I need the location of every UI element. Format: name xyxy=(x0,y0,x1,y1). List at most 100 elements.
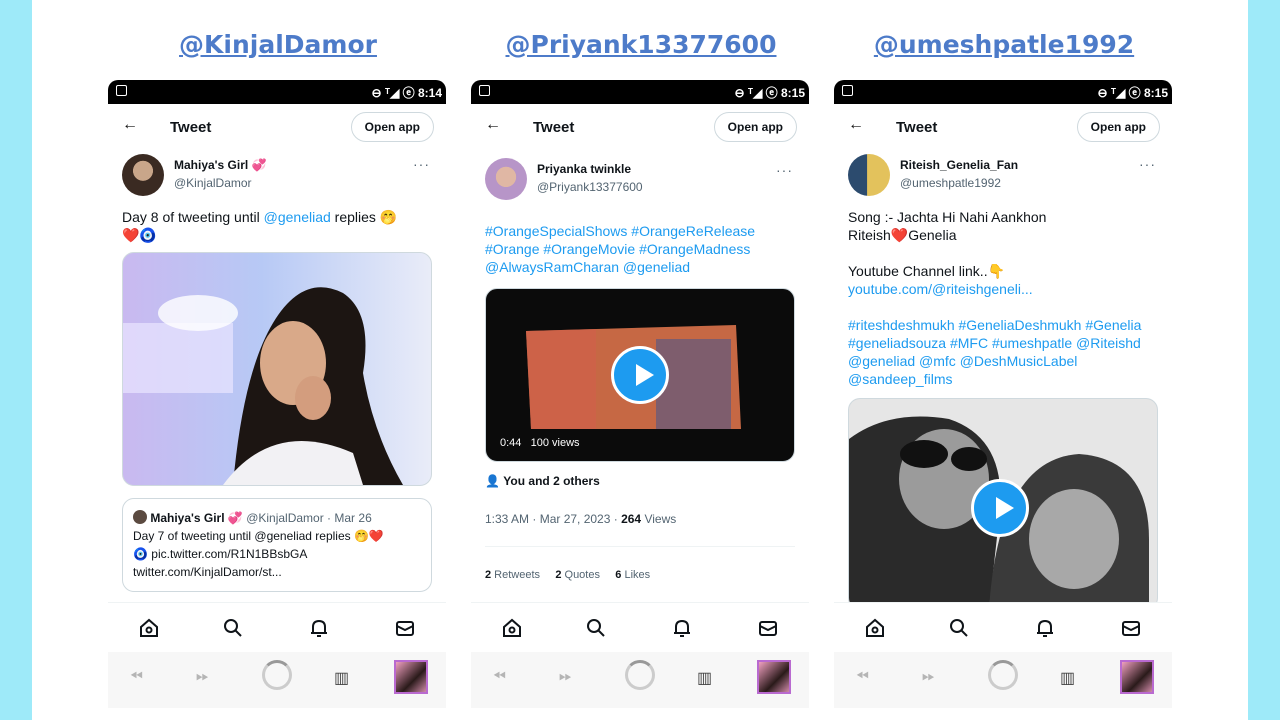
column-umesh: @umeshpatle1992 ⊖ ᵀ◢ ⓔ 8:15 ← Tweet Open… xyxy=(834,0,1174,720)
avatar[interactable] xyxy=(848,154,890,196)
search-icon[interactable] xyxy=(222,617,244,639)
profile-thumbnail[interactable] xyxy=(394,660,428,694)
retweets-count[interactable]: 2 Retweets xyxy=(485,569,540,581)
more-icon[interactable]: ··· xyxy=(413,156,430,172)
hashtag-text[interactable]: #riteshdeshmukh #GeneliaDeshmukh #Geneli… xyxy=(848,316,1158,388)
page-canvas: @KinjalDamor ⊖ ᵀ◢ ⓔ 8:14 ← Tweet Open ap… xyxy=(32,0,1248,720)
header-title: Tweet xyxy=(170,119,212,136)
phone-screenshot: ⊖ ᵀ◢ ⓔ 8:15 ← Tweet Open app Riteish_Gen… xyxy=(834,80,1172,720)
tweet-header: ← Tweet Open app xyxy=(471,104,809,150)
book-icon[interactable]: ▥ xyxy=(334,668,349,688)
column-heading: @KinjalDamor xyxy=(179,30,377,59)
likes-count[interactable]: 6 Likes xyxy=(615,569,650,581)
back-arrow-icon[interactable]: ← xyxy=(848,116,864,134)
bell-icon[interactable] xyxy=(1034,617,1056,639)
header-title: Tweet xyxy=(533,119,575,136)
fast-forward-icon[interactable]: ⏩︎ xyxy=(196,668,209,686)
tweet-header: ← Tweet Open app xyxy=(108,104,446,150)
bottom-nav xyxy=(834,602,1172,653)
status-bar: ⊖ ᵀ◢ ⓔ 8:14 xyxy=(108,80,446,104)
bell-icon[interactable] xyxy=(671,617,693,639)
hashtag-text[interactable]: #OrangeSpecialShows #OrangeReRelease #Or… xyxy=(485,222,795,276)
status-icons: ⊖ ᵀ◢ ⓔ 8:15 xyxy=(734,86,805,100)
status-icons: ⊖ ᵀ◢ ⓔ 8:15 xyxy=(1097,86,1168,100)
tweet-header: ← Tweet Open app xyxy=(834,104,1172,150)
quote-line: twitter.com/KinjalDamor/st... xyxy=(133,565,282,579)
tweet-text: Day 8 of tweeting until @geneliad replie… xyxy=(122,209,398,243)
book-icon[interactable]: ▥ xyxy=(697,668,712,688)
more-icon[interactable]: ··· xyxy=(776,162,793,178)
author-handle[interactable]: @Priyank13377600 xyxy=(537,180,643,194)
video-meta: 0:44 100 views xyxy=(500,437,580,449)
open-app-button[interactable]: Open app xyxy=(350,112,434,142)
system-nav: ⏪︎ ⏩︎ ▥ xyxy=(471,652,809,708)
back-arrow-icon[interactable]: ← xyxy=(485,116,501,134)
open-app-button[interactable]: Open app xyxy=(1076,112,1160,142)
search-icon[interactable] xyxy=(948,617,970,639)
phone-screenshot: ⊖ ᵀ◢ ⓔ 8:14 ← Tweet Open app Mahiya's Gi… xyxy=(108,80,446,720)
engagement-stats: 2 Retweets 2 Quotes 6 Likes xyxy=(485,547,795,604)
gallery-icon xyxy=(116,85,127,96)
author-name[interactable]: Priyanka twinkle xyxy=(537,162,631,176)
bottom-nav xyxy=(471,602,809,653)
home-icon[interactable] xyxy=(864,617,886,639)
video-player[interactable] xyxy=(848,398,1158,610)
fast-forward-icon[interactable]: ⏩︎ xyxy=(922,668,935,686)
rewind-icon[interactable]: ⏪︎ xyxy=(856,668,869,686)
portrait-photo xyxy=(123,287,403,485)
youtube-link[interactable]: youtube.com/@riteishgeneli... xyxy=(848,280,1158,298)
tweet-author: Mahiya's Girl 💞 @KinjalDamor ··· xyxy=(108,150,446,208)
video-player[interactable]: 0:44 100 views xyxy=(485,288,795,462)
home-icon[interactable] xyxy=(138,617,160,639)
author-name[interactable]: Mahiya's Girl 💞 xyxy=(174,158,267,172)
tweet-timestamp: 1:33 AM · Mar 27, 2023 · 264 Views xyxy=(485,512,795,547)
system-nav: ⏪︎ ⏩︎ ▥ xyxy=(834,652,1172,708)
avatar[interactable] xyxy=(485,158,527,200)
more-icon[interactable]: ··· xyxy=(1139,156,1156,172)
rewind-icon[interactable]: ⏪︎ xyxy=(493,668,506,686)
system-nav: ⏪︎ ⏩︎ ▥ xyxy=(108,652,446,708)
rewind-icon[interactable]: ⏪︎ xyxy=(130,668,143,686)
header-title: Tweet xyxy=(896,119,938,136)
author-handle[interactable]: @umeshpatle1992 xyxy=(900,176,1001,190)
tweet-author: Riteish_Genelia_Fan @umeshpatle1992 ··· xyxy=(834,150,1172,208)
quotes-count[interactable]: 2 Quotes xyxy=(555,569,600,581)
bottom-nav xyxy=(108,602,446,653)
avatar[interactable] xyxy=(122,154,164,196)
quote-line: 🧿 pic.twitter.com/R1N1BBsbGA xyxy=(133,547,308,561)
quote-line: Day 7 of tweeting until @geneliad replie… xyxy=(133,529,384,543)
open-app-button[interactable]: Open app xyxy=(713,112,797,142)
author-name[interactable]: Riteish_Genelia_Fan xyxy=(900,158,1018,172)
tweet-author: Priyanka twinkle @Priyank13377600 ··· xyxy=(471,158,809,222)
book-icon[interactable]: ▥ xyxy=(1060,668,1075,688)
back-arrow-icon[interactable]: ← xyxy=(122,116,138,134)
bell-icon[interactable] xyxy=(308,617,330,639)
avatar xyxy=(133,510,147,524)
profile-thumbnail[interactable] xyxy=(1120,660,1154,694)
gallery-icon xyxy=(842,85,853,96)
fast-forward-icon[interactable]: ⏩︎ xyxy=(559,668,572,686)
play-icon[interactable] xyxy=(611,346,669,404)
author-handle[interactable]: @KinjalDamor xyxy=(174,176,252,190)
tweet-image[interactable] xyxy=(122,252,432,486)
column-heading: @umeshpatle1992 xyxy=(873,30,1135,59)
quoted-tweet[interactable]: Mahiya's Girl 💞 @KinjalDamor · Mar 26 Da… xyxy=(122,498,432,592)
gallery-icon xyxy=(479,85,490,96)
profile-thumbnail[interactable] xyxy=(757,660,791,694)
play-icon[interactable] xyxy=(970,479,1029,538)
spinner-icon[interactable] xyxy=(988,660,1018,690)
mail-icon[interactable] xyxy=(1120,617,1142,639)
search-icon[interactable] xyxy=(585,617,607,639)
liked-by[interactable]: 👤 You and 2 others xyxy=(485,474,795,488)
mail-icon[interactable] xyxy=(757,617,779,639)
status-bar: ⊖ ᵀ◢ ⓔ 8:15 xyxy=(471,80,809,104)
spinner-icon[interactable] xyxy=(262,660,292,690)
mail-icon[interactable] xyxy=(394,617,416,639)
status-bar: ⊖ ᵀ◢ ⓔ 8:15 xyxy=(834,80,1172,104)
home-icon[interactable] xyxy=(501,617,523,639)
mention-link[interactable]: @geneliad xyxy=(264,209,331,225)
spinner-icon[interactable] xyxy=(625,660,655,690)
phone-screenshot: ⊖ ᵀ◢ ⓔ 8:15 ← Tweet Open app Priyanka tw… xyxy=(471,80,809,720)
person-icon: 👤 xyxy=(485,474,500,488)
status-icons: ⊖ ᵀ◢ ⓔ 8:14 xyxy=(371,86,442,100)
